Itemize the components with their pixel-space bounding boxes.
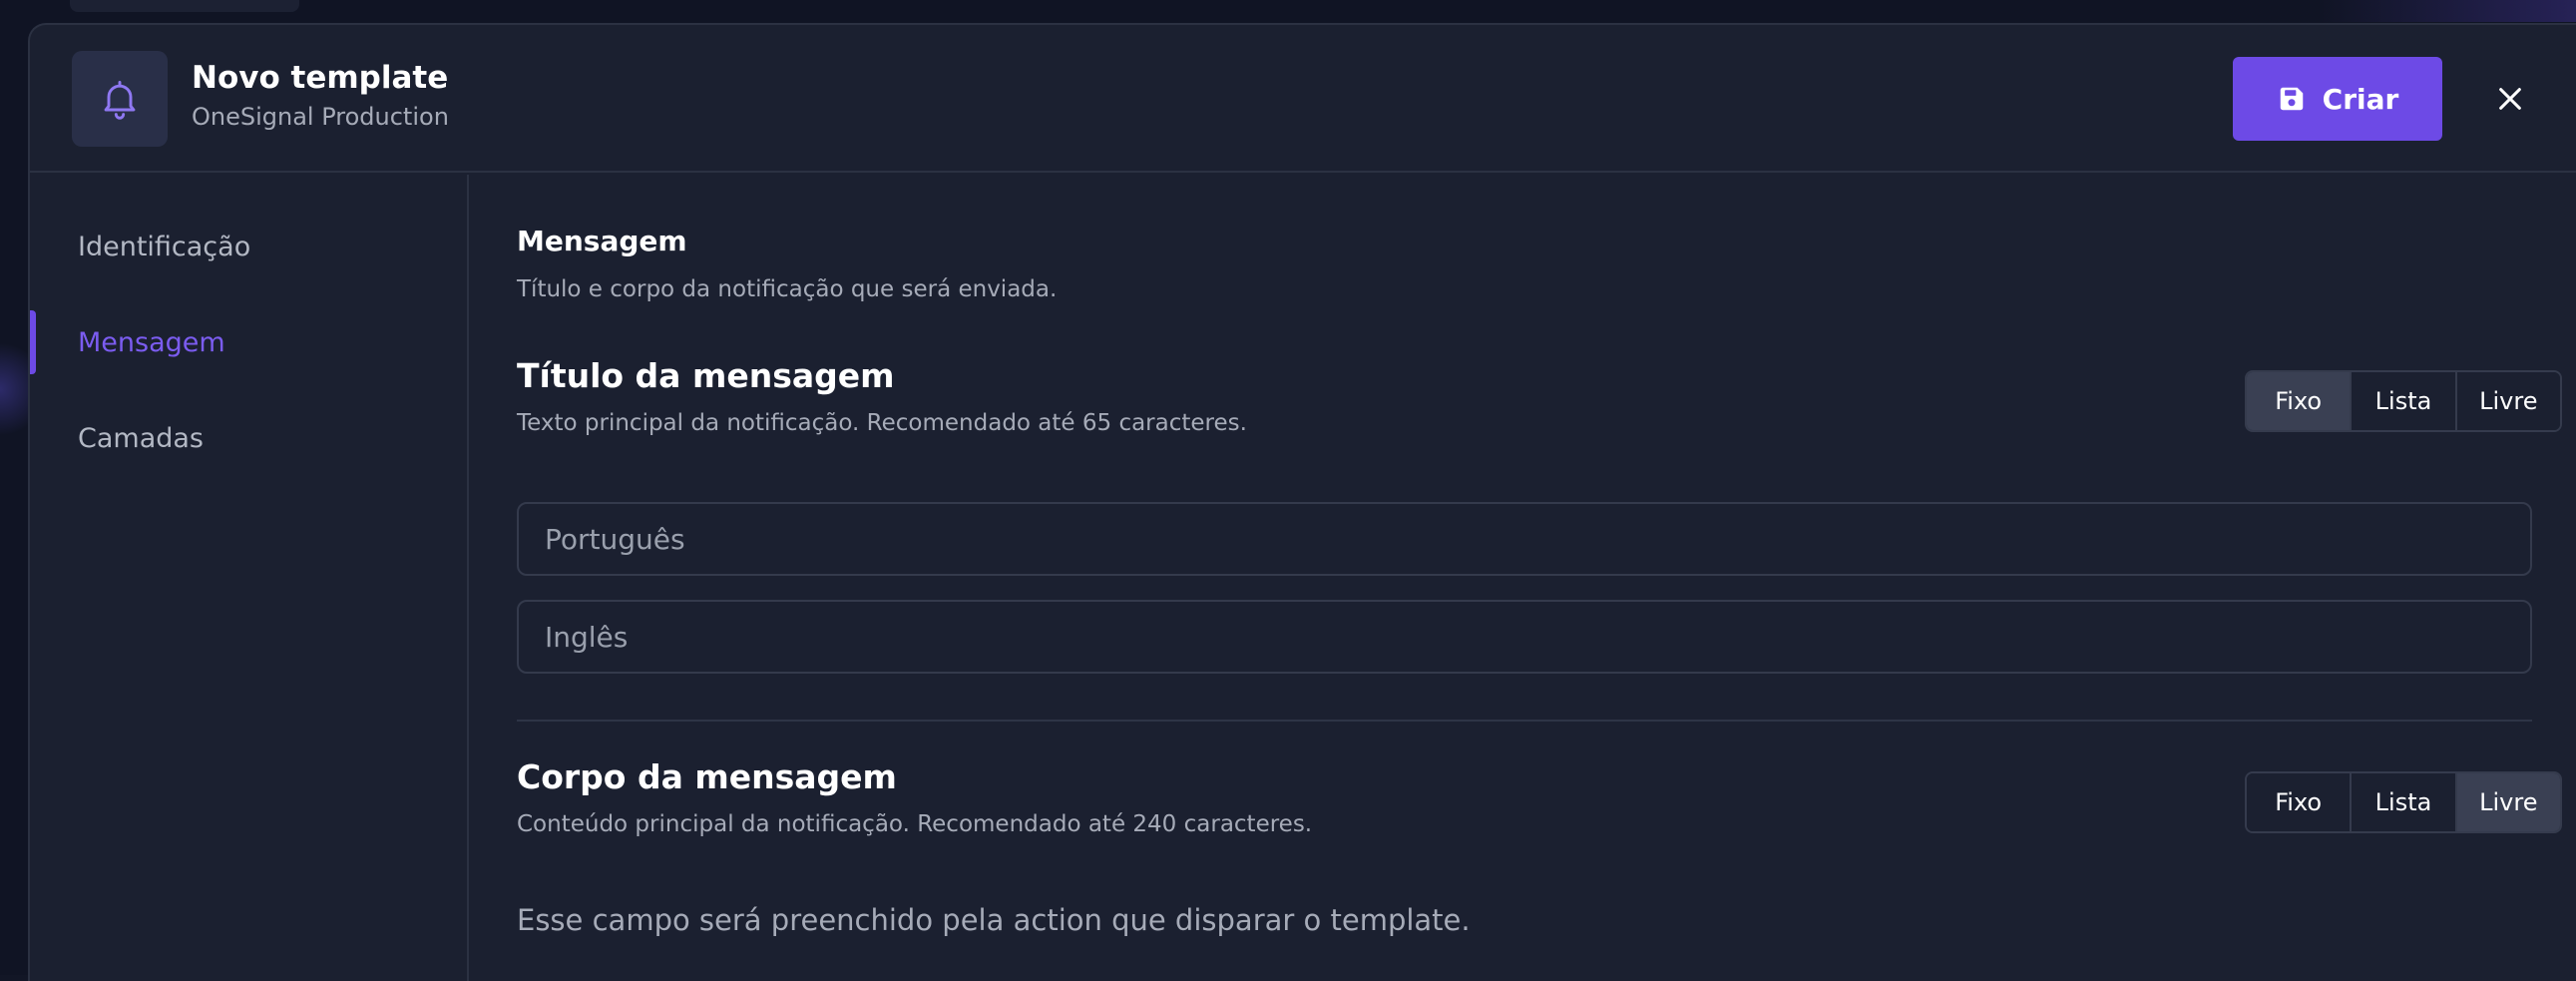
title-english-input[interactable] (517, 600, 2532, 674)
sidebar-item-label: Camadas (78, 423, 204, 454)
title-mode-selector: Fixo Lista Livre (2245, 370, 2562, 432)
modal-subtitle: OneSignal Production (192, 103, 449, 131)
body-mode-lista[interactable]: Lista (2352, 773, 2456, 831)
background-glow (0, 329, 28, 449)
body-mode-livre[interactable]: Livre (2457, 773, 2560, 831)
title-mode-lista[interactable]: Lista (2352, 372, 2456, 430)
sidebar: Identificação Mensagem Camadas (30, 175, 469, 981)
sidebar-item-identificacao[interactable]: Identificação (30, 215, 467, 278)
template-modal: Novo template OneSignal Production Criar… (28, 23, 2576, 981)
sidebar-item-label: Identificação (78, 232, 250, 262)
floppy-disk-icon (2277, 84, 2307, 114)
create-button[interactable]: Criar (2233, 57, 2442, 141)
title-mode-fixo[interactable]: Fixo (2247, 372, 2352, 430)
title-portuguese-input[interactable] (517, 502, 2532, 576)
section-divider (517, 720, 2532, 722)
body-field-info: Esse campo será preenchido pela action q… (517, 903, 1471, 937)
sidebar-item-label: Mensagem (78, 327, 225, 358)
title-field-description: Texto principal da notificação. Recomend… (517, 410, 1247, 436)
section-description: Título e corpo da notificação que será e… (517, 276, 1057, 302)
body-mode-selector: Fixo Lista Livre (2245, 771, 2562, 833)
body-field-label: Corpo da mensagem (517, 757, 897, 796)
title-mode-livre[interactable]: Livre (2457, 372, 2560, 430)
main-content: Mensagem Título e corpo da notificação q… (517, 175, 2532, 981)
close-icon (2496, 85, 2524, 113)
header-icon-box (72, 51, 168, 147)
section-title: Mensagem (517, 225, 687, 257)
modal-header: Novo template OneSignal Production Criar (30, 25, 2576, 173)
title-field-label: Título da mensagem (517, 356, 895, 395)
sidebar-item-mensagem[interactable]: Mensagem (30, 310, 467, 374)
create-button-label: Criar (2323, 83, 2399, 116)
active-indicator (30, 310, 36, 374)
background-bar (70, 0, 299, 12)
body-mode-fixo[interactable]: Fixo (2247, 773, 2352, 831)
body-field-description: Conteúdo principal da notificação. Recom… (517, 811, 1312, 837)
sidebar-item-camadas[interactable]: Camadas (30, 406, 467, 470)
close-button[interactable] (2490, 79, 2530, 119)
bell-icon (98, 77, 142, 121)
background-glow (2317, 0, 2576, 22)
modal-title: Novo template (192, 60, 448, 96)
